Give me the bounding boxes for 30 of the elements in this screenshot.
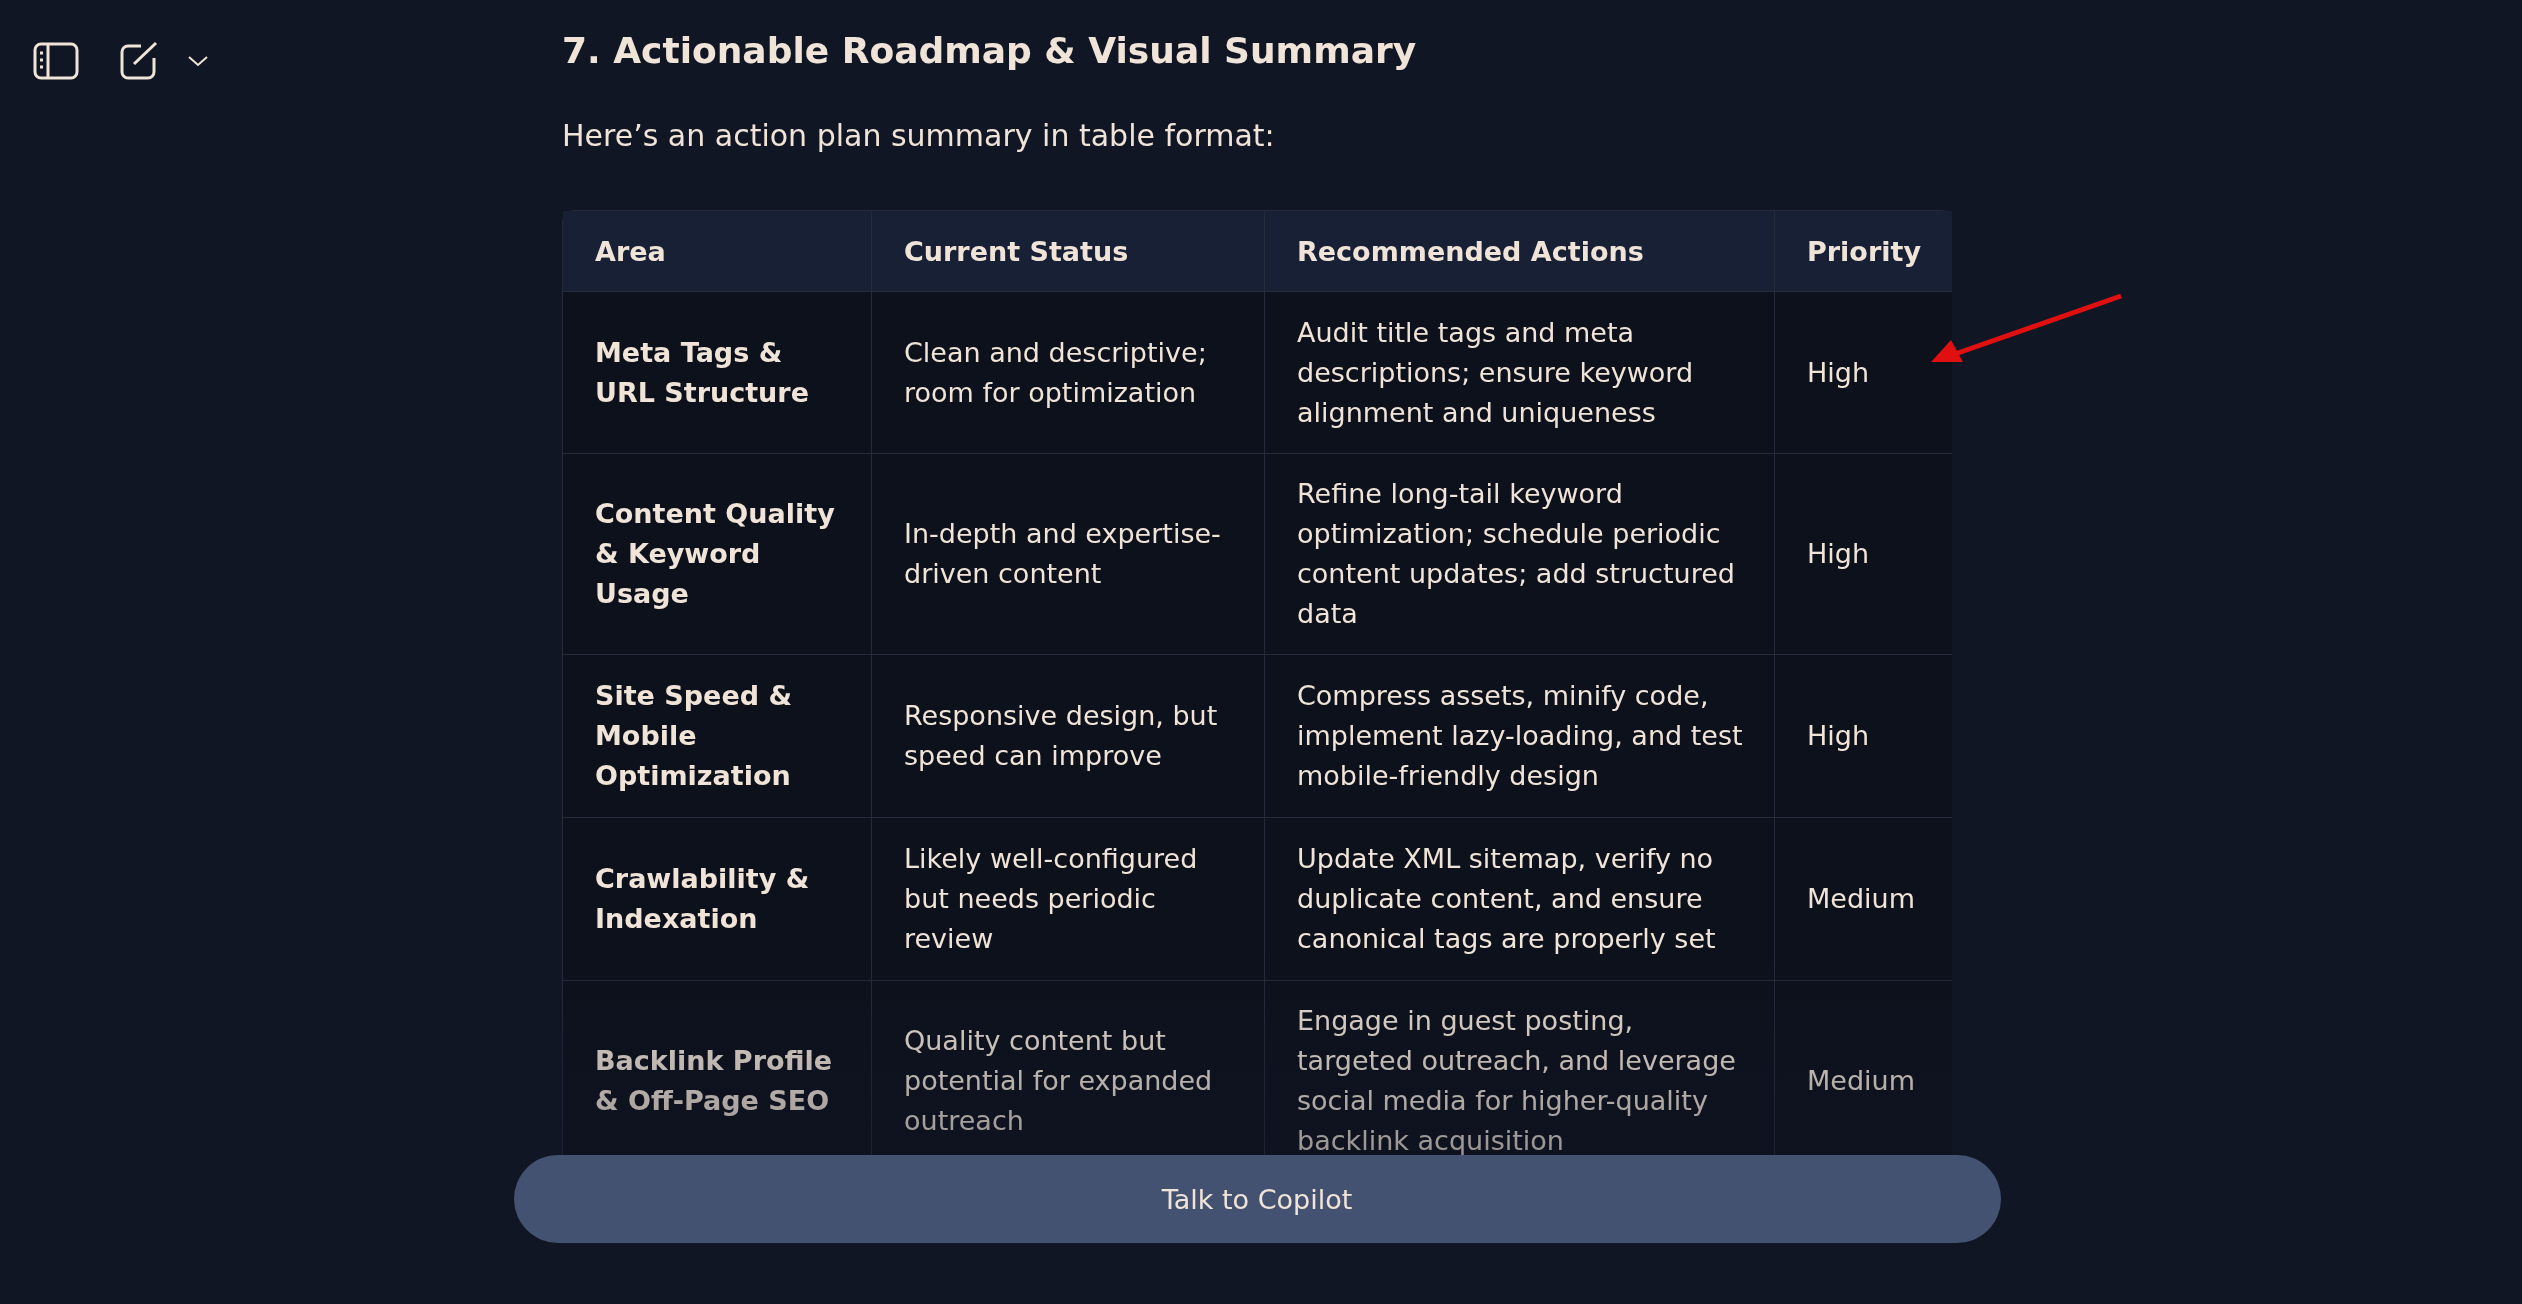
section-heading: 7. Actionable Roadmap & Visual Summary — [562, 29, 1418, 73]
table-cell: Meta Tags & URL Structure — [595, 336, 809, 408]
table-cell: Quality content but potential for expanded outreach — [904, 1025, 1213, 1136]
table-cell: High — [1807, 538, 1870, 569]
table-cell: Audit title tags and meta descriptions; ensure keyword alignment and uniqueness — [1297, 316, 1694, 428]
column-header: Area — [563, 211, 872, 291]
talk-button[interactable]: Talk to Copilot — [513, 1155, 2001, 1243]
table-cell: Backlink Profile & Off-Page SEO — [595, 1045, 833, 1116]
table-cell: Engage in guest posting, targeted outreach, and leverage social media for higher-quality backlink acquisition — [1297, 1005, 1736, 1155]
intro-text: Here’s an action plan summary in table format: — [562, 117, 1276, 155]
compose-icon[interactable] — [119, 41, 159, 81]
table-cell: In-depth and expertise-driven content — [904, 518, 1221, 589]
table-cell: Update XML sitemap, verify no duplicate content, and ensure canonical tags are properly set — [1297, 843, 1716, 954]
sidebar-icon[interactable] — [33, 42, 79, 80]
table-cell: Compress assets, minify code, implement lazy-loading, and test mobile-friendly design — [1297, 680, 1743, 791]
column-header: Recommended Actions — [1265, 211, 1775, 291]
table-cell: High — [1807, 720, 1870, 751]
chevron-down-icon[interactable] — [187, 54, 209, 68]
table-cell: Clean and descriptive; room for optimization — [904, 336, 1207, 408]
table-cell: Site Speed & Mobile Optimization — [595, 680, 792, 791]
table-cell: Crawlability & Indexation — [595, 863, 810, 934]
table-cell: Likely well-configured but needs periodic review — [904, 843, 1198, 954]
table-cell: Responsive design, but speed can improve — [904, 700, 1218, 771]
table-cell: Medium — [1807, 883, 1915, 914]
column-header: Priority — [1775, 211, 1952, 291]
table-cell: Refine long-tail keyword optimization; schedule periodic content updates; add structured data — [1297, 478, 1735, 629]
column-header: Current Status — [872, 211, 1265, 291]
table-cell: Medium — [1807, 1065, 1915, 1096]
table-cell: High — [1807, 356, 1870, 388]
table-cell: Content Quality & Keyword Usage — [595, 498, 835, 609]
